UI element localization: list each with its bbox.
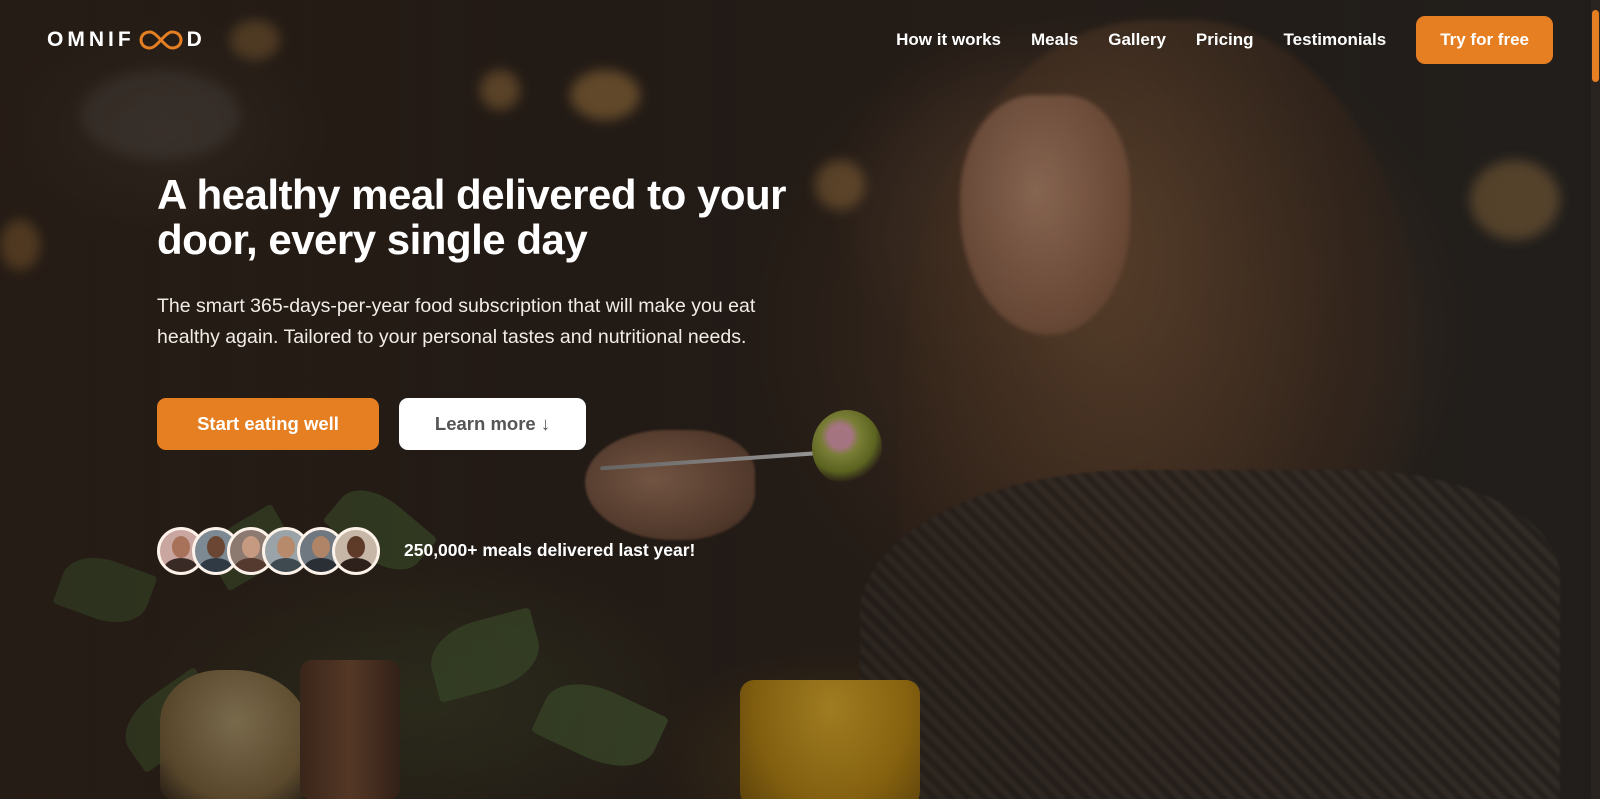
nav-link-meals[interactable]: Meals	[1031, 30, 1078, 50]
meals-delivered-text: 250,000+ meals delivered last year!	[404, 540, 696, 561]
try-for-free-button[interactable]: Try for free	[1416, 16, 1553, 64]
hero-section: OMNIF D How it works Meals Gallery Prici…	[0, 0, 1600, 799]
site-header: OMNIF D How it works Meals Gallery Prici…	[0, 0, 1600, 80]
nav-link-how-it-works[interactable]: How it works	[896, 30, 1001, 50]
hero-content: A healthy meal delivered to your door, e…	[157, 172, 797, 575]
hero-description: The smart 365-days-per-year food subscri…	[157, 294, 756, 349]
page-scrollbar[interactable]	[1591, 0, 1600, 799]
nav-link-pricing[interactable]: Pricing	[1196, 30, 1254, 50]
nav-link-gallery[interactable]: Gallery	[1108, 30, 1166, 50]
infinity-logo-icon	[139, 30, 183, 50]
omnifood-logo[interactable]: OMNIF D	[47, 28, 206, 52]
nav-link-testimonials[interactable]: Testimonials	[1284, 30, 1387, 50]
hero-buttons: Start eating well Learn more ↓	[157, 397, 797, 450]
logo-text-start: OMNIF	[47, 28, 135, 51]
main-nav: How it works Meals Gallery Pricing Testi…	[896, 16, 1553, 64]
scrollbar-thumb[interactable]	[1592, 10, 1599, 82]
customer-avatars	[157, 526, 380, 575]
learn-more-button[interactable]: Learn more ↓	[399, 397, 586, 450]
start-eating-well-button[interactable]: Start eating well	[157, 397, 379, 450]
hero-title: A healthy meal delivered to your door, e…	[157, 171, 786, 264]
logo-text-end: D	[186, 28, 206, 51]
customer-avatar	[332, 526, 380, 575]
delivered-meals: 250,000+ meals delivered last year!	[157, 526, 797, 575]
